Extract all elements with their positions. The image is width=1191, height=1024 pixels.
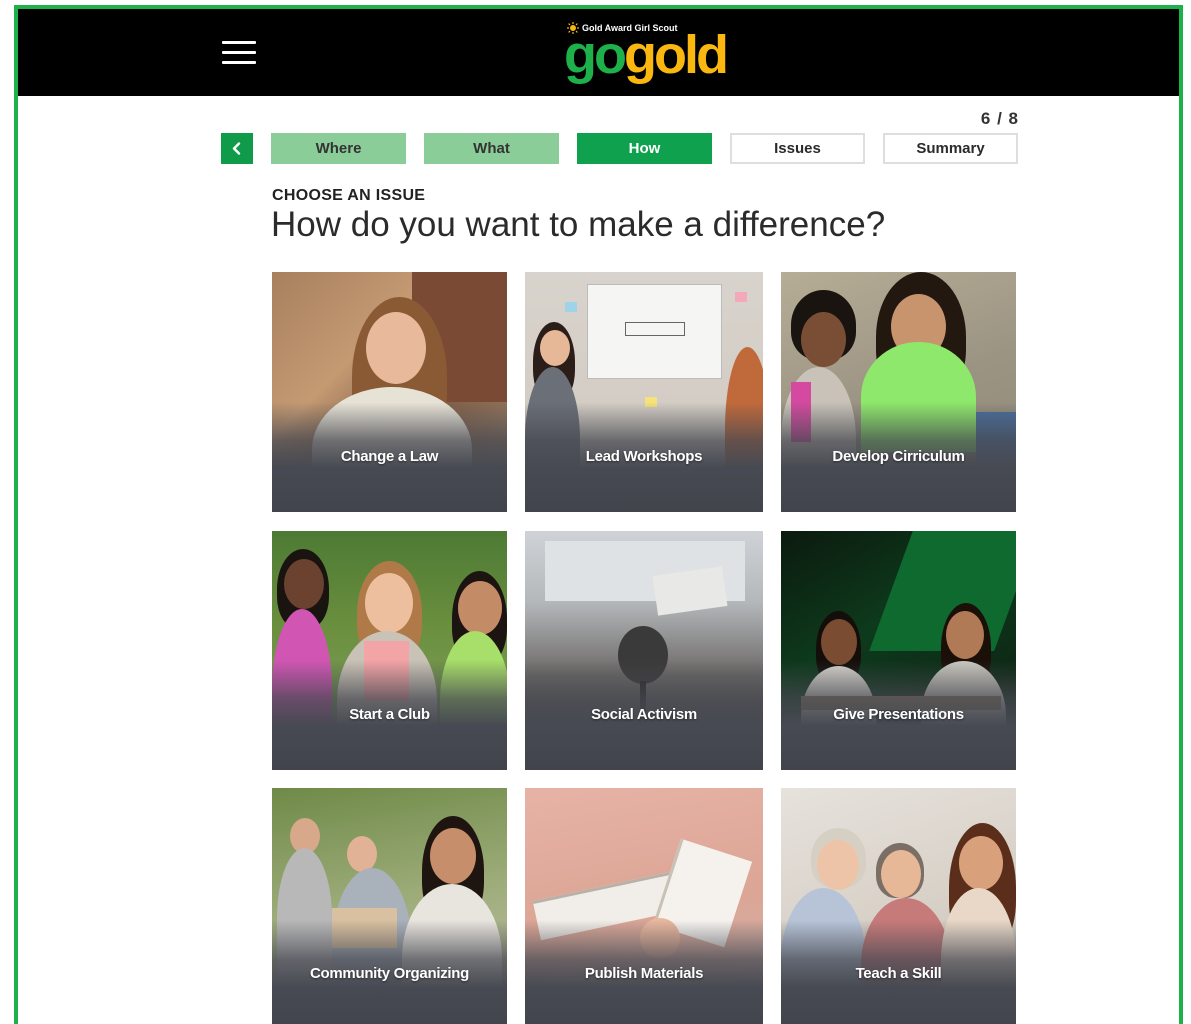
app-frame: Gold Award Girl Scout gogold 6 / 8 Where… [14, 5, 1183, 1024]
option-card-teach-a-skill[interactable]: Teach a Skill [781, 788, 1016, 1024]
step-tab-what[interactable]: What [424, 133, 559, 164]
page-title: How do you want to make a difference? [271, 205, 886, 244]
step-tab-summary[interactable]: Summary [883, 133, 1018, 164]
hamburger-menu-icon[interactable] [222, 39, 256, 65]
option-label: Community Organizing [309, 965, 469, 982]
option-card-start-a-club[interactable]: Start a Club [272, 531, 507, 770]
top-navigation-bar: Gold Award Girl Scout gogold [18, 9, 1179, 96]
logo-word-go: go [564, 25, 627, 85]
option-card-lead-workshops[interactable]: Lead Workshops [525, 272, 763, 512]
option-label: Develop Cirriculum [832, 448, 965, 465]
back-button[interactable] [221, 133, 253, 164]
chevron-left-icon [232, 142, 241, 155]
option-card-community-organizing[interactable]: Community Organizing [272, 788, 507, 1024]
option-label: Lead Workshops [585, 448, 703, 465]
gogold-logo[interactable]: Gold Award Girl Scout gogold [564, 21, 734, 87]
option-card-publish-materials[interactable]: Publish Materials [525, 788, 763, 1024]
option-card-social-activism[interactable]: Social Activism [525, 531, 763, 770]
step-tab-how[interactable]: How [577, 133, 712, 164]
logo-wordmark: gogold [564, 25, 729, 85]
option-label: Start a Club [349, 706, 430, 723]
option-label: Social Activism [591, 706, 697, 723]
option-label: Give Presentations [833, 706, 964, 723]
progress-step-nav: Where What How Issues Summary [221, 133, 1021, 165]
option-card-develop-cirriculum[interactable]: Develop Cirriculum [781, 272, 1016, 512]
option-label: Change a Law [340, 448, 439, 465]
option-label: Teach a Skill [855, 965, 942, 982]
step-tab-where[interactable]: Where [271, 133, 406, 164]
logo-word-gold: gold [623, 25, 729, 85]
step-counter: 6 / 8 [980, 109, 1019, 128]
step-tab-issues[interactable]: Issues [730, 133, 865, 164]
section-kicker: CHOOSE AN ISSUE [272, 187, 426, 204]
option-card-change-a-law[interactable]: Change a Law [272, 272, 507, 512]
option-label: Publish Materials [584, 965, 704, 982]
option-card-give-presentations[interactable]: Give Presentations [781, 531, 1016, 770]
